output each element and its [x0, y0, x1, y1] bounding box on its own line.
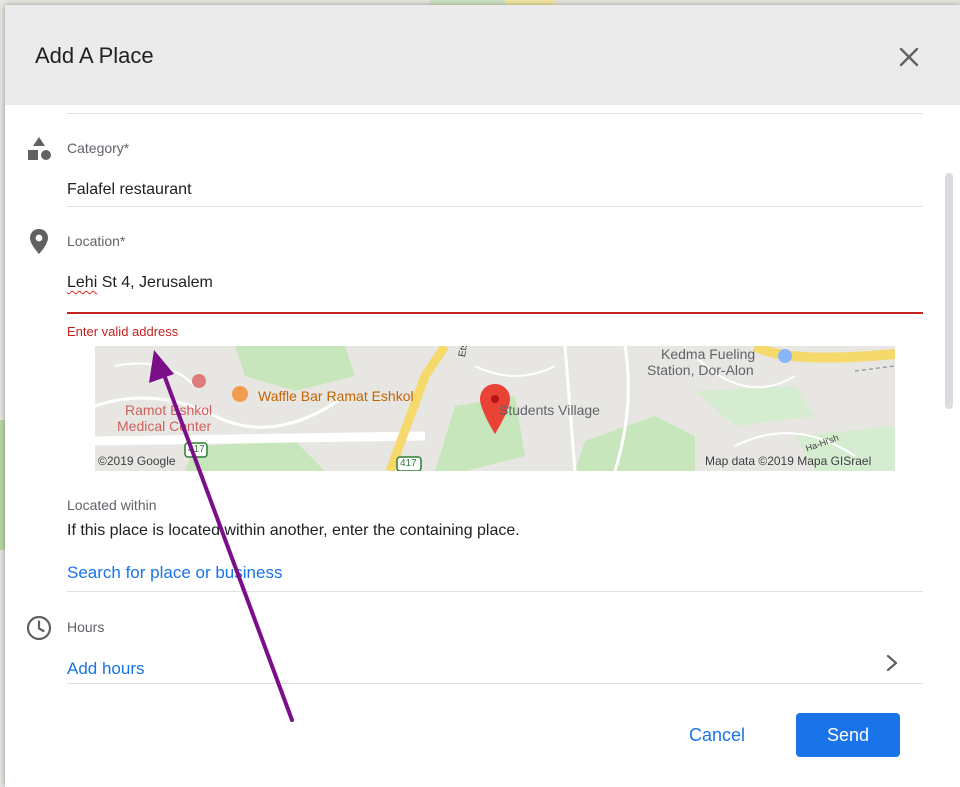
location-field[interactable]: Lehi St 4, Jerusalem: [67, 274, 213, 292]
map-label-station: Station, Dor-Alon: [647, 362, 754, 378]
chevron-right-icon[interactable]: [882, 652, 902, 674]
map-label-waffle: Waffle Bar Ramat Eshkol: [258, 388, 414, 404]
located-within-underline: [67, 591, 923, 592]
close-icon: [899, 47, 919, 67]
cancel-button[interactable]: Cancel: [667, 713, 767, 757]
map-graphic: [95, 346, 895, 471]
located-within-description: If this place is located within another,…: [67, 522, 520, 539]
scrollbar[interactable]: [945, 173, 953, 409]
category-field[interactable]: Falafel restaurant: [67, 181, 192, 199]
map-copyright: ©2019 Google: [98, 454, 176, 468]
map-label-route-417a: 417: [188, 444, 205, 455]
map-label-route-417b: 417: [400, 458, 417, 469]
location-value-rest: St 4, Jerusalem: [97, 274, 213, 291]
add-place-dialog: Add A Place Category* Falafel restaurant…: [5, 5, 960, 787]
dialog-header: Add A Place: [5, 5, 960, 105]
search-place-link[interactable]: Search for place or business: [67, 563, 282, 583]
map-label-medical: Medical Center: [117, 418, 212, 434]
add-hours-link[interactable]: Add hours: [67, 659, 145, 679]
clock-icon: [26, 615, 52, 641]
location-error-underline: [67, 312, 923, 314]
location-error-text: Enter valid address: [67, 324, 179, 339]
divider: [67, 113, 923, 114]
located-within-label: Located within: [67, 497, 157, 513]
hours-underline: [67, 683, 923, 684]
map-label-students: Students Village: [499, 402, 600, 418]
dialog-title: Add A Place: [35, 43, 154, 68]
send-button[interactable]: Send: [796, 713, 900, 757]
category-underline: [67, 206, 923, 207]
shapes-icon: [28, 137, 51, 160]
close-button[interactable]: [893, 41, 925, 73]
location-map[interactable]: Kedma Fueling Station, Dor-Alon Waffle B…: [95, 346, 895, 471]
hours-label: Hours: [67, 619, 105, 635]
misspelled-word: Lehi: [67, 274, 98, 291]
map-label-kedma: Kedma Fueling: [661, 346, 756, 362]
place-pin-icon: [30, 229, 48, 254]
location-label: Location*: [67, 233, 126, 249]
map-label-ramot: Ramot Eshkol: [125, 402, 213, 418]
map-attribution: Map data ©2019 Mapa GISrael: [705, 454, 872, 468]
category-label: Category*: [67, 140, 130, 156]
